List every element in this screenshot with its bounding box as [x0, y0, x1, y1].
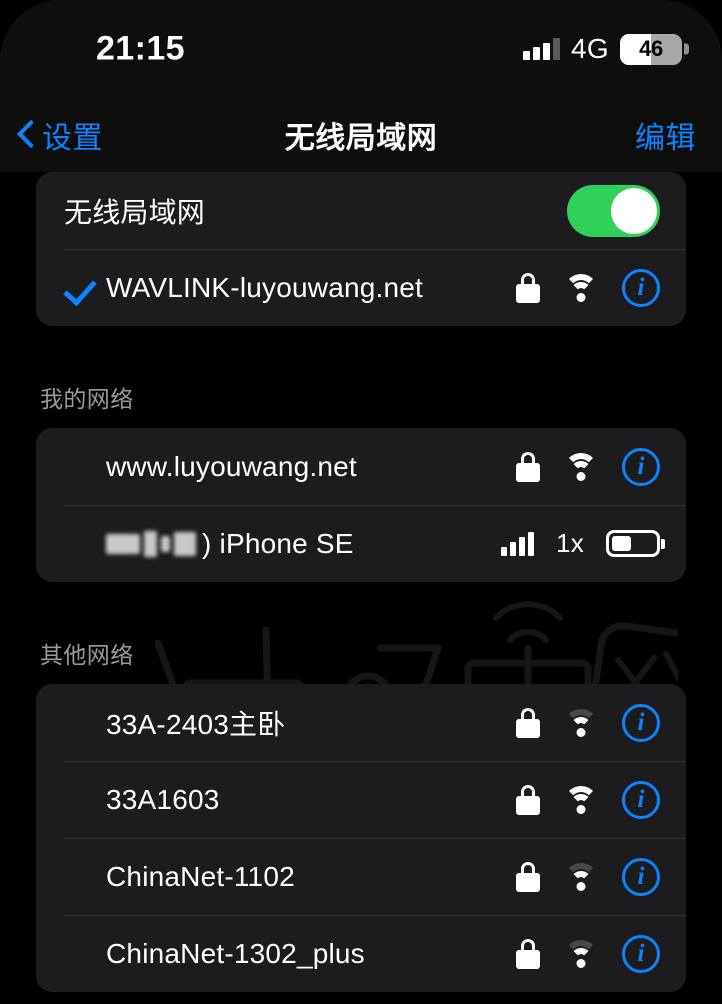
info-button[interactable]: i: [622, 780, 660, 819]
info-button[interactable]: i: [622, 268, 660, 307]
wifi-signal-icon: [562, 273, 600, 302]
info-button[interactable]: i: [622, 447, 660, 486]
network-name: ChinaNet-1102: [106, 860, 295, 892]
edit-button[interactable]: 编辑: [635, 113, 696, 157]
wifi-signal-icon: [562, 452, 600, 481]
wifi-toggle-row[interactable]: 无线局域网: [36, 172, 686, 249]
hotspot-name: iPhone SE: [219, 527, 354, 559]
connected-network-right: i: [516, 268, 660, 307]
lock-icon: [516, 272, 540, 303]
my-networks-card: www.luyouwang.net i) iPhone SE 1x: [36, 428, 686, 582]
navigation-bar: 设置 无线局域网 编辑: [0, 100, 722, 170]
checkmark-placeholder-icon: [64, 706, 98, 740]
personal-hotspot-left: ) iPhone SE: [64, 527, 501, 561]
network-name: 33A-2403主卧: [106, 708, 286, 740]
network-type-label: 4G: [571, 33, 609, 64]
other-network-right: i: [516, 780, 660, 819]
other-networks-header: 其他网络: [40, 642, 134, 668]
lock-icon: [516, 938, 540, 969]
wifi-main-card: 无线局域网 WAVLINK-luyouwang.net i: [36, 172, 686, 326]
lock-icon: [516, 451, 540, 482]
status-bar: 21:15 4G 46: [0, 22, 722, 76]
hotspot-name-prefix: ): [202, 527, 212, 559]
hotspot-cellular-type: 1x: [556, 528, 584, 558]
battery-level-label: 46: [639, 36, 663, 61]
checkmark-placeholder-icon: [64, 937, 98, 971]
page-title: 无线局域网: [284, 122, 438, 155]
wifi-signal-icon: [562, 862, 600, 891]
other-network-row[interactable]: 33A1603 i: [36, 761, 686, 838]
battery-icon: 46: [620, 33, 682, 65]
lock-icon: [516, 707, 540, 738]
checkmark-placeholder-icon: [64, 860, 98, 894]
other-networks-card: 33A-2403主卧 i 33A1603 i ChinaNet-1102 i C…: [36, 684, 686, 992]
checkmark-placeholder-icon: [64, 783, 98, 817]
other-network-right: i: [516, 857, 660, 896]
other-network-row[interactable]: ChinaNet-1302_plus i: [36, 915, 686, 992]
chevron-left-icon: [18, 121, 34, 149]
other-network-left: ChinaNet-1102: [64, 860, 516, 894]
other-network-left: 33A1603: [64, 783, 516, 817]
toggle-knob: [611, 187, 657, 234]
hotspot-battery-icon: [606, 530, 660, 557]
other-network-left: 33A-2403主卧: [64, 703, 516, 743]
info-button[interactable]: i: [622, 703, 660, 742]
other-network-right: i: [516, 703, 660, 742]
wifi-toggle-row-right: [567, 184, 660, 237]
cellular-signal-icon: [523, 38, 561, 60]
back-button-label: 设置: [42, 122, 103, 155]
checkmark-placeholder-icon: [64, 527, 98, 561]
wifi-toggle-label: 无线局域网: [64, 196, 206, 228]
other-network-left: ChinaNet-1302_plus: [64, 937, 516, 971]
info-button[interactable]: i: [622, 857, 660, 896]
my-network-right: i: [516, 447, 660, 486]
checkmark-placeholder-icon: [64, 450, 98, 484]
other-network-right: i: [516, 934, 660, 973]
wifi-toggle-row-left: 无线局域网: [64, 191, 567, 231]
connected-network-left: WAVLINK-luyouwang.net: [64, 271, 516, 305]
network-name: www.luyouwang.net: [106, 450, 357, 482]
other-network-row[interactable]: 33A-2403主卧 i: [36, 684, 686, 761]
connected-network-row[interactable]: WAVLINK-luyouwang.net i: [36, 249, 686, 326]
personal-hotspot-right: 1x: [501, 528, 660, 559]
wifi-signal-icon: [562, 708, 600, 737]
back-button[interactable]: 设置: [18, 113, 103, 157]
my-network-left: www.luyouwang.net: [64, 450, 516, 484]
wifi-signal-icon: [562, 939, 600, 968]
personal-hotspot-row[interactable]: ) iPhone SE 1x: [36, 505, 686, 582]
redacted-name-block: [106, 530, 196, 557]
wifi-settings-screen: 21:15 4G 46 设置 无线局域网 编辑 无线局域网 WAVLINK-lu…: [0, 0, 722, 1004]
info-button[interactable]: i: [622, 934, 660, 973]
lock-icon: [516, 861, 540, 892]
wifi-signal-icon: [562, 785, 600, 814]
other-network-row[interactable]: ChinaNet-1102 i: [36, 838, 686, 915]
lock-icon: [516, 784, 540, 815]
status-time: 21:15: [96, 29, 185, 68]
connected-network-name: WAVLINK-luyouwang.net: [106, 271, 424, 303]
status-bar-right: 4G 46: [523, 33, 682, 65]
network-name: ChinaNet-1302_plus: [106, 937, 365, 969]
network-name: 33A1603: [106, 783, 220, 815]
settings-content: 无线局域网 WAVLINK-luyouwang.net i 我的网络 www.l…: [0, 172, 722, 1004]
hotspot-signal-icon: [501, 531, 535, 556]
wifi-toggle-switch[interactable]: [567, 184, 660, 237]
checkmark-icon: [64, 271, 98, 305]
my-network-row[interactable]: www.luyouwang.net i: [36, 428, 686, 505]
my-networks-header: 我的网络: [40, 386, 134, 412]
